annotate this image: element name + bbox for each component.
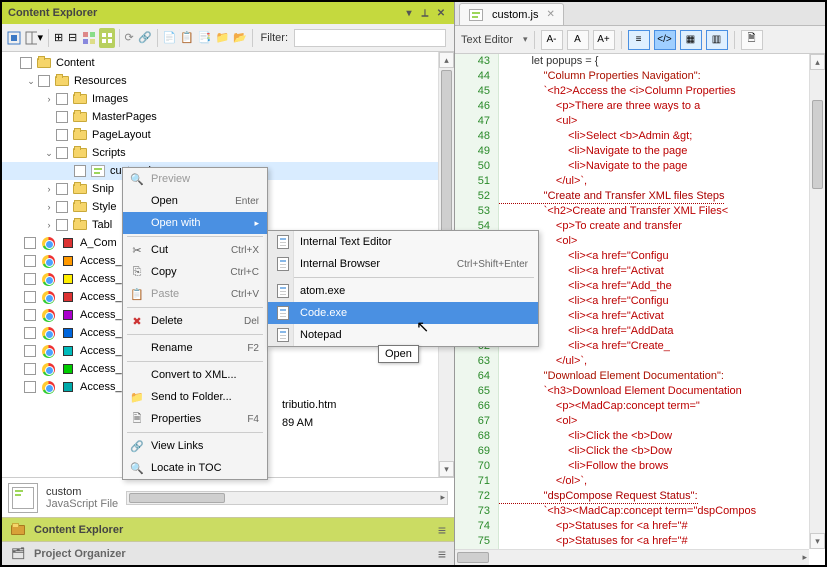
tree-scripts[interactable]: ⌄Scripts bbox=[2, 144, 454, 162]
collapse-all-icon[interactable]: ⊟ bbox=[67, 28, 79, 48]
menu-icon[interactable]: ≡ bbox=[438, 546, 446, 562]
font-smaller-icon[interactable]: A- bbox=[541, 30, 563, 50]
doc-icon bbox=[272, 283, 294, 299]
send-folder-icon: 📁 bbox=[127, 389, 147, 405]
editor-mode-label[interactable]: Text Editor bbox=[461, 34, 513, 46]
close-icon[interactable]: ✕ bbox=[434, 6, 448, 20]
toggle-3-icon[interactable]: ▦ bbox=[680, 30, 702, 50]
sub-internal-browser[interactable]: Internal BrowserCtrl+Shift+Enter bbox=[268, 253, 538, 275]
tree-images[interactable]: ›Images bbox=[2, 90, 454, 108]
scroll-down-icon[interactable]: ▾ bbox=[439, 461, 454, 477]
pin-icon[interactable]: ⟂ bbox=[418, 6, 432, 20]
tiles-view-icon[interactable] bbox=[99, 28, 115, 48]
ctx-paste[interactable]: 📋PasteCtrl+V bbox=[123, 283, 267, 305]
menu-icon[interactable]: ≡ bbox=[438, 522, 446, 538]
panel-title-bar: Content Explorer ▾ ⟂ ✕ bbox=[2, 2, 454, 24]
js-file-icon bbox=[468, 8, 484, 22]
sub-atom[interactable]: atom.exe bbox=[268, 280, 538, 302]
doc-icon bbox=[272, 234, 294, 250]
copy-icon: ⎘ bbox=[127, 264, 147, 280]
toggle-1-icon[interactable]: ≡ bbox=[628, 30, 650, 50]
ctx-convert-xml[interactable]: Convert to XML... bbox=[123, 364, 267, 386]
outline-icon[interactable]: 🗎 bbox=[741, 30, 763, 50]
toggle-syntax-icon[interactable]: </> bbox=[654, 30, 676, 50]
nav-content-explorer[interactable]: Content Explorer ≡ bbox=[2, 517, 454, 541]
delete-icon: ✖ bbox=[127, 313, 147, 329]
tree-pagelayout[interactable]: PageLayout bbox=[2, 126, 454, 144]
file-kind: JavaScript File bbox=[46, 498, 118, 510]
preview-icon: 🔍 bbox=[127, 171, 147, 187]
ctx-delete[interactable]: ✖DeleteDel bbox=[123, 310, 267, 332]
tree-root[interactable]: Content bbox=[2, 54, 454, 72]
show-hide-icon[interactable] bbox=[81, 28, 97, 48]
tree-resources[interactable]: ⌄Resources bbox=[2, 72, 454, 90]
dropdown-icon[interactable]: ▾ bbox=[402, 6, 416, 20]
ctx-rename[interactable]: RenameF2 bbox=[123, 337, 267, 359]
ctx-open[interactable]: OpenEnter bbox=[123, 190, 267, 212]
ctx-cut[interactable]: ✂CutCtrl+X bbox=[123, 239, 267, 261]
sub-notepad[interactable]: Notepad bbox=[268, 324, 538, 346]
paste-icon: 📋 bbox=[127, 286, 147, 302]
file-kind-icon bbox=[8, 483, 38, 513]
ctx-open-with[interactable]: Open with▸ bbox=[123, 212, 267, 234]
ctx-locate-toc[interactable]: 🔍Locate in TOC bbox=[123, 457, 267, 479]
properties-icon[interactable]: 📑 bbox=[197, 28, 213, 48]
new-folder-icon[interactable]: 📁 bbox=[215, 28, 231, 48]
ctx-preview[interactable]: 🔍Preview bbox=[123, 168, 267, 190]
code-hscroll[interactable]: ◂▸ bbox=[455, 549, 809, 565]
link-icon[interactable]: 🔗 bbox=[137, 28, 153, 48]
ctx-send-folder[interactable]: 📁Send to Folder... bbox=[123, 386, 267, 408]
refresh-icon[interactable]: ⟳ bbox=[123, 28, 135, 48]
split-view-toggle[interactable]: ▾ bbox=[24, 28, 44, 48]
editor-toolbar: Text Editor ▾ A- A A+ ≡ </> ▦ ▥ 🗎 bbox=[455, 26, 825, 54]
panel-title: Content Explorer bbox=[8, 7, 97, 19]
context-menu: 🔍Preview OpenEnter Open with▸ ✂CutCtrl+X… bbox=[122, 167, 268, 480]
toggle-4-icon[interactable]: ▥ bbox=[706, 30, 728, 50]
ctx-properties[interactable]: 🗎PropertiesF4 bbox=[123, 408, 267, 430]
tree-masterpages[interactable]: MasterPages bbox=[2, 108, 454, 126]
filter-input[interactable] bbox=[294, 29, 446, 47]
locate-icon: 🔍 bbox=[127, 460, 147, 476]
scroll-up-icon[interactable]: ▴ bbox=[439, 52, 454, 68]
explorer-toolbar: ▾ ⊞ ⊟ ⟳ 🔗 📄 📋 📑 📁 📂 Filter: bbox=[2, 24, 454, 52]
font-larger-icon[interactable]: A+ bbox=[593, 30, 615, 50]
links-icon: 🔗 bbox=[127, 438, 147, 454]
sub-internal-text[interactable]: Internal Text Editor bbox=[268, 231, 538, 253]
file-detail-bar: custom JavaScript File ◂▸ bbox=[2, 477, 454, 517]
tab-custom-js[interactable]: custom.js ✕ bbox=[459, 3, 564, 25]
nav-project-organizer[interactable]: 🗂 Project Organizer ≡ bbox=[2, 541, 454, 565]
show-files-toggle[interactable] bbox=[6, 28, 22, 48]
font-reset-icon[interactable]: A bbox=[567, 30, 589, 50]
properties-icon: 🗎 bbox=[127, 411, 147, 427]
file-name: custom bbox=[46, 486, 118, 498]
doc-icon bbox=[272, 305, 294, 321]
code-vscroll[interactable]: ▴▾ bbox=[809, 54, 825, 549]
copy-icon[interactable]: 📋 bbox=[179, 28, 195, 48]
open-with-submenu: Internal Text Editor Internal BrowserCtr… bbox=[267, 230, 539, 347]
submenu-arrow-icon: ▸ bbox=[254, 218, 259, 229]
ctx-copy[interactable]: ⎘CopyCtrl+C bbox=[123, 261, 267, 283]
folder-icon bbox=[10, 523, 26, 537]
sub-code-exe[interactable]: Code.exe bbox=[268, 302, 538, 324]
doc-icon bbox=[272, 256, 294, 272]
tab-close-icon[interactable]: ✕ bbox=[546, 9, 554, 20]
doc-icon bbox=[272, 327, 294, 343]
organizer-icon: 🗂 bbox=[10, 547, 26, 561]
detail-hscroll[interactable]: ◂▸ bbox=[126, 491, 448, 505]
tooltip: Open bbox=[378, 345, 419, 363]
cut-icon: ✂ bbox=[127, 242, 147, 258]
ctx-view-links[interactable]: 🔗View Links bbox=[123, 435, 267, 457]
editor-tab-strip: custom.js ✕ bbox=[455, 2, 825, 26]
filter-label: Filter: bbox=[261, 32, 289, 44]
expand-all-icon[interactable]: ⊞ bbox=[53, 28, 65, 48]
open-folder-icon[interactable]: 📂 bbox=[232, 28, 248, 48]
new-file-icon[interactable]: 📄 bbox=[161, 28, 177, 48]
